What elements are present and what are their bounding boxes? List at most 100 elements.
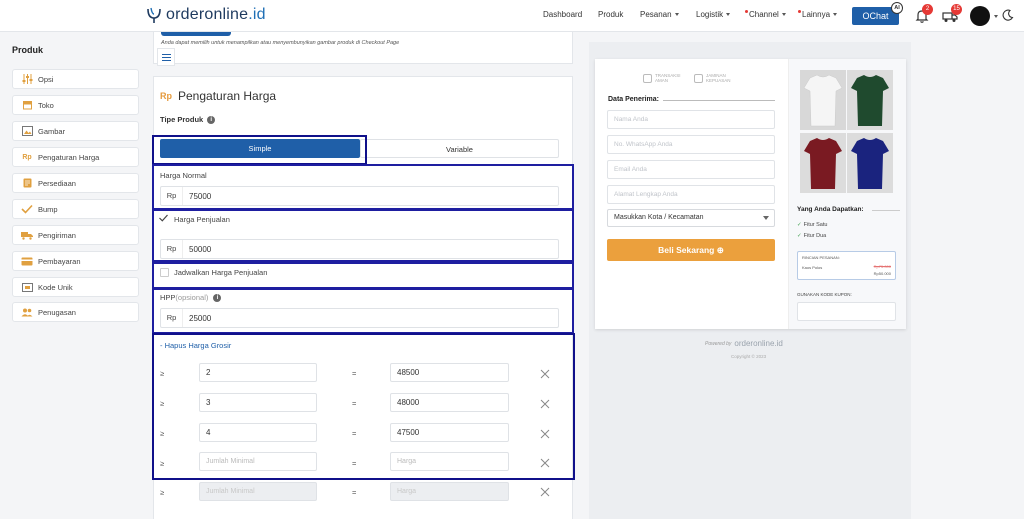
order-item-name: Kaos Polos bbox=[802, 265, 823, 270]
preview-name-input[interactable]: Nama Anda bbox=[607, 110, 775, 129]
sidebar-item-bump[interactable]: Bump bbox=[12, 199, 139, 219]
avatar[interactable] bbox=[970, 6, 990, 26]
highlight-simple-tab bbox=[152, 135, 367, 165]
chevron-down-icon[interactable] bbox=[994, 15, 998, 18]
nav-lainnya[interactable]: Lainnya bbox=[798, 10, 838, 19]
order-new-price: Rp50.000 bbox=[873, 271, 891, 276]
chevron-down-icon bbox=[674, 13, 679, 17]
powered-by: Powered by orderonline.id bbox=[705, 339, 783, 348]
highlight-jadwalkan bbox=[152, 262, 574, 289]
truck-icon bbox=[21, 230, 33, 240]
sidebar-item-label: Toko bbox=[38, 100, 54, 110]
brand-name: orderonline.id bbox=[166, 6, 266, 23]
moon-icon[interactable] bbox=[1002, 9, 1014, 21]
coupon-input[interactable] bbox=[797, 302, 896, 321]
trust-badge-aman: TRANSAKSI AMAN bbox=[643, 73, 681, 83]
feature-item: ✓ Fitur Satu bbox=[797, 222, 828, 228]
close-icon[interactable] bbox=[540, 487, 550, 497]
hamburger-menu-icon[interactable] bbox=[157, 48, 175, 66]
order-old-price: Rp75.000 bbox=[873, 264, 891, 269]
sidebar-item-pengiriman[interactable]: Pengiriman bbox=[12, 225, 139, 245]
check-icon: ✓ bbox=[797, 233, 802, 239]
sidebar-item-label: Kode Unik bbox=[38, 282, 73, 292]
sidebar-item-label: Opsi bbox=[38, 74, 54, 84]
coupon-label: GUNAKAN KODE KUPON: bbox=[797, 292, 852, 297]
tier-eq-symbol: = bbox=[352, 488, 357, 497]
check-icon: ✓ bbox=[797, 222, 802, 228]
highlight-grosir bbox=[152, 333, 575, 480]
tier-min-input-disabled: Jumlah Minimal bbox=[199, 482, 317, 501]
feature-item: ✓ Fitur Dua bbox=[797, 233, 827, 239]
page-background bbox=[911, 42, 1024, 519]
divider bbox=[663, 100, 775, 101]
nav-produk[interactable]: Produk bbox=[598, 10, 623, 19]
rp-icon: Rp bbox=[22, 153, 32, 161]
highlight-harga-normal bbox=[152, 164, 574, 210]
card-icon bbox=[21, 256, 33, 266]
trust-badge-kepuasan: JAMINAN KEPUASAN bbox=[694, 73, 731, 83]
shield-icon bbox=[643, 73, 652, 83]
sidebar-item-pembayaran[interactable]: Pembayaran bbox=[12, 251, 139, 271]
bell-count-badge: 2 bbox=[922, 4, 933, 15]
sidebar-item-opsi[interactable]: Opsi bbox=[12, 69, 139, 89]
sidebar-item-toko[interactable]: Toko bbox=[12, 95, 139, 115]
tab-variable[interactable]: Variable bbox=[360, 139, 559, 158]
image-icon bbox=[21, 126, 33, 136]
powered-logo: orderonline.id bbox=[734, 339, 783, 348]
sidebar-item-label: Pengiriman bbox=[38, 230, 76, 240]
sidebar-item-label: Pembayaran bbox=[38, 256, 81, 266]
page-title: Pengaturan Harga bbox=[178, 89, 277, 103]
section-header: Rp Pengaturan Harga bbox=[160, 89, 276, 103]
preview-city-select[interactable]: Masukkan Kota / Kecamatan bbox=[607, 209, 775, 227]
chevron-down-icon bbox=[763, 216, 769, 220]
shirt-navy-image bbox=[847, 133, 893, 193]
sidebar-item-kode-unik[interactable]: Kode Unik bbox=[12, 277, 139, 297]
sidebar-item-persediaan[interactable]: Persediaan bbox=[12, 173, 139, 193]
sidebar-item-penugasan[interactable]: Penugasan bbox=[12, 302, 139, 322]
ai-badge: AI bbox=[891, 2, 903, 14]
sidebar-title: Produk bbox=[12, 45, 44, 55]
truck-count-badge: 15 bbox=[951, 4, 962, 15]
shirt-green-image bbox=[847, 70, 893, 130]
preview-whatsapp-input[interactable]: No. WhatsApp Anda bbox=[607, 135, 775, 154]
sidebar-item-label: Gambar bbox=[38, 126, 66, 136]
sidebar-item-pengaturan-harga[interactable]: Rp Pengaturan Harga bbox=[12, 147, 139, 167]
sidebar-item-label: Persediaan bbox=[38, 178, 76, 188]
highlight-harga-penjualan bbox=[152, 209, 574, 262]
benefits-heading: Yang Anda Dapatkan: bbox=[797, 206, 864, 213]
tier-price-input-disabled: Harga bbox=[390, 482, 509, 501]
order-details-box: RINCIAN PESANAN: Kaos Polos Rp75.000 Rp5… bbox=[797, 251, 896, 280]
notification-dot bbox=[745, 10, 748, 13]
notification-dot bbox=[798, 10, 801, 13]
users-icon bbox=[21, 307, 33, 317]
nav-channel[interactable]: Channel bbox=[745, 10, 786, 19]
divider bbox=[872, 210, 900, 211]
recipient-heading: Data Penerima: bbox=[608, 96, 659, 103]
brand-logo[interactable]: orderonline.id bbox=[146, 6, 266, 24]
image-note: Anda dapat memilih untuk menampilkan ata… bbox=[161, 40, 400, 46]
sidebar-item-gambar[interactable]: Gambar bbox=[12, 121, 139, 141]
nav-pesanan[interactable]: Pesanan bbox=[640, 10, 679, 19]
tier-ge-symbol: ≥ bbox=[160, 488, 165, 497]
nav-logistik[interactable]: Logistik bbox=[696, 10, 731, 19]
highlight-hpp bbox=[152, 288, 574, 334]
save-image-button[interactable] bbox=[161, 32, 231, 36]
chevron-down-icon bbox=[781, 13, 786, 17]
product-type-label: Tipe Produk i bbox=[160, 115, 216, 124]
sidebar-item-label: Pengaturan Harga bbox=[38, 152, 100, 162]
copyright-text: Copyright © 2023 bbox=[731, 354, 767, 359]
buy-now-button[interactable]: Beli Sekarang ⊕ bbox=[607, 239, 775, 261]
sidebar-item-label: Penugasan bbox=[38, 307, 76, 317]
preview-address-input[interactable]: Alamat Lengkap Anda bbox=[607, 185, 775, 204]
preview-email-input[interactable]: Email Anda bbox=[607, 160, 775, 179]
chevron-down-icon bbox=[833, 13, 838, 17]
check-icon bbox=[21, 204, 33, 214]
orderonline-logo-icon bbox=[147, 7, 161, 23]
rp-icon: Rp bbox=[160, 91, 172, 101]
nav-dashboard[interactable]: Dashboard bbox=[543, 10, 582, 19]
info-icon[interactable]: i bbox=[207, 115, 216, 124]
top-navbar: orderonline.id Dashboard Produk Pesanan … bbox=[0, 0, 1024, 32]
sidebar-item-label: Bump bbox=[38, 204, 58, 214]
shirt-maroon-image bbox=[800, 133, 846, 193]
shirt-white-image bbox=[800, 70, 846, 130]
